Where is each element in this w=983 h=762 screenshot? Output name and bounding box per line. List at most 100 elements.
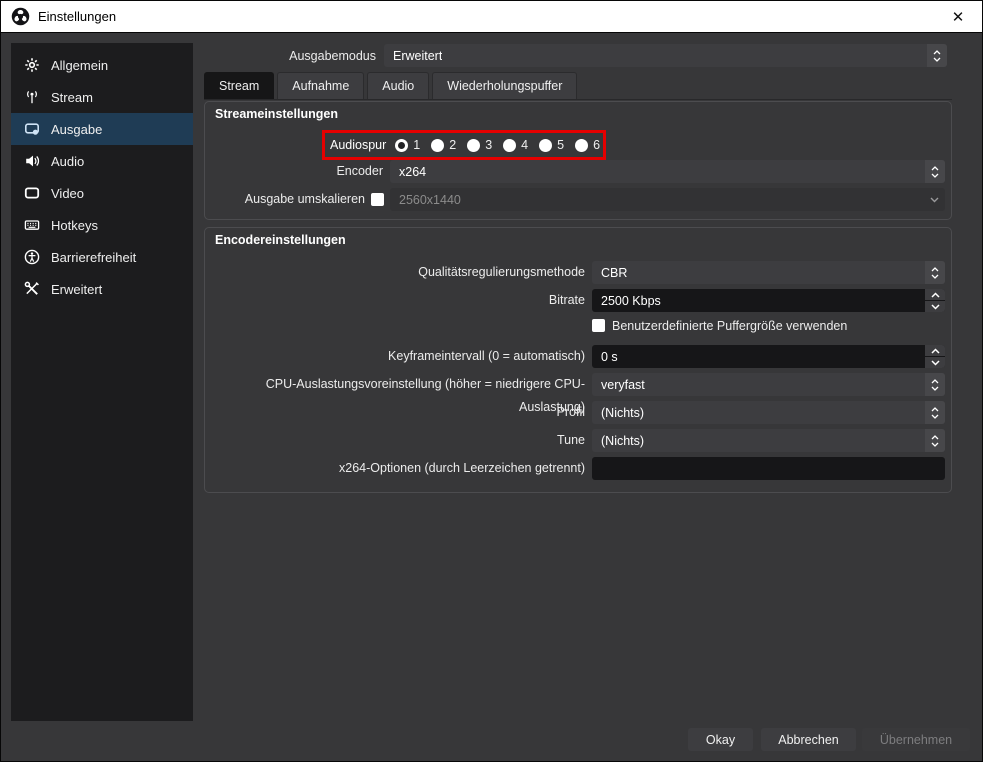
rescale-resolution-value: 2560x1440 <box>399 193 461 207</box>
spin-down-icon[interactable] <box>925 301 945 312</box>
sidebar-item-label: Stream <box>51 90 93 105</box>
encoder-select[interactable]: x264 <box>390 160 945 183</box>
sidebar-item-stream[interactable]: Stream <box>11 81 193 113</box>
bitrate-value: 2500 Kbps <box>601 294 661 308</box>
audio-track-highlight-annotation: Audiospur 1 2 3 <box>322 130 606 160</box>
keyboard-icon <box>24 217 40 233</box>
tune-select[interactable]: (Nichts) <box>592 429 945 452</box>
spinner-steppers[interactable] <box>925 289 945 312</box>
output-tabs: Stream Aufnahme Audio Wiederholungspuffe… <box>204 72 577 99</box>
spin-up-icon[interactable] <box>925 345 945 356</box>
output-mode-select[interactable]: Erweitert <box>384 44 947 67</box>
rescale-resolution-select[interactable]: 2560x1440 <box>390 188 945 211</box>
audio-track-option-1[interactable]: 1 <box>395 138 420 152</box>
spinner-steppers[interactable] <box>925 345 945 368</box>
radio-label: 6 <box>593 138 600 152</box>
output-mode-value: Erweitert <box>393 49 442 63</box>
chevron-updown-icon <box>925 160 945 183</box>
bitrate-spinner[interactable]: 2500 Kbps <box>592 289 945 312</box>
radio-label: 5 <box>557 138 564 152</box>
x264-options-input[interactable] <box>592 457 945 480</box>
keyframe-interval-value: 0 s <box>601 350 618 364</box>
profile-select[interactable]: (Nichts) <box>592 401 945 424</box>
sidebar-item-label: Ausgabe <box>51 122 102 137</box>
audio-track-radio-group: 1 2 3 4 5 <box>395 138 600 152</box>
radio-icon <box>503 139 516 152</box>
encoder-settings-group: Encodereinstellungen Qualitätsregulierun… <box>204 227 952 493</box>
sidebar-item-hotkeys[interactable]: Hotkeys <box>11 209 193 241</box>
rescale-checkbox[interactable] <box>371 193 384 206</box>
audio-track-option-4[interactable]: 4 <box>503 138 528 152</box>
rate-control-select[interactable]: CBR <box>592 261 945 284</box>
keyframe-interval-label: Keyframeintervall (0 = automatisch) <box>205 345 585 368</box>
tab-wiederholungspuffer[interactable]: Wiederholungspuffer <box>432 72 577 99</box>
sidebar-item-allgemein[interactable]: Allgemein <box>11 49 193 81</box>
sidebar: Allgemein Stream <box>11 43 193 721</box>
close-icon[interactable]: ✕ <box>944 3 972 31</box>
speaker-icon <box>24 153 40 169</box>
custom-buffer-label: Benutzerdefinierte Puffergröße verwenden <box>612 318 847 334</box>
cancel-button[interactable]: Abbrechen <box>761 728 856 751</box>
audio-track-option-3[interactable]: 3 <box>467 138 492 152</box>
rate-control-label: Qualitätsregulierungsmethode <box>205 261 585 284</box>
settings-window: Einstellungen ✕ Allgemein <box>0 0 983 762</box>
radio-icon <box>431 139 444 152</box>
chevron-updown-icon <box>925 429 945 452</box>
accessibility-icon <box>24 249 40 265</box>
monitor-icon <box>24 185 40 201</box>
rescale-label: Ausgabe umskalieren <box>205 188 365 211</box>
output-icon <box>24 121 40 137</box>
audio-track-option-5[interactable]: 5 <box>539 138 564 152</box>
sidebar-item-video[interactable]: Video <box>11 177 193 209</box>
audio-track-label: Audiospur <box>330 138 386 152</box>
tab-divider <box>204 99 952 100</box>
radio-icon <box>539 139 552 152</box>
sidebar-item-audio[interactable]: Audio <box>11 145 193 177</box>
radio-label: 4 <box>521 138 528 152</box>
radio-label: 2 <box>449 138 456 152</box>
audio-track-option-6[interactable]: 6 <box>575 138 600 152</box>
obs-logo-icon <box>11 7 30 26</box>
chevron-updown-icon <box>925 373 945 396</box>
spin-up-icon[interactable] <box>925 289 945 300</box>
sidebar-item-ausgabe[interactable]: Ausgabe <box>11 113 193 145</box>
bitrate-label: Bitrate <box>205 289 585 312</box>
cpu-preset-label: CPU-Auslastungsvoreinstellung (höher = n… <box>205 373 585 396</box>
cpu-preset-value: veryfast <box>601 378 645 392</box>
tab-stream[interactable]: Stream <box>204 72 274 99</box>
apply-button[interactable]: Übernehmen <box>862 728 970 751</box>
radio-icon <box>575 139 588 152</box>
stream-settings-group: Streameinstellungen Audiospur 1 2 3 <box>204 101 952 220</box>
group-title: Streameinstellungen <box>215 107 338 121</box>
dialog-body: Allgemein Stream <box>1 33 982 761</box>
sidebar-item-barrierefreiheit[interactable]: Barrierefreiheit <box>11 241 193 273</box>
rate-control-value: CBR <box>601 266 627 280</box>
chevron-updown-icon <box>925 261 945 284</box>
keyframe-interval-spinner[interactable]: 0 s <box>592 345 945 368</box>
okay-button[interactable]: Okay <box>688 728 753 751</box>
output-mode-label: Ausgabemodus <box>204 45 376 67</box>
tune-label: Tune <box>205 429 585 452</box>
group-title: Encodereinstellungen <box>215 233 346 247</box>
chevron-updown-icon <box>927 44 947 67</box>
audio-track-option-2[interactable]: 2 <box>431 138 456 152</box>
encoder-value: x264 <box>399 165 426 179</box>
gear-icon <box>24 57 40 73</box>
window-title: Einstellungen <box>38 9 116 24</box>
titlebar: Einstellungen ✕ <box>1 1 982 33</box>
sidebar-item-label: Barrierefreiheit <box>51 250 136 265</box>
profile-value: (Nichts) <box>601 406 644 420</box>
profile-label: Profil <box>205 401 585 424</box>
sidebar-item-label: Hotkeys <box>51 218 98 233</box>
tab-audio[interactable]: Audio <box>367 72 429 99</box>
cpu-preset-select[interactable]: veryfast <box>592 373 945 396</box>
sidebar-item-label: Audio <box>51 154 84 169</box>
chevron-updown-icon <box>925 401 945 424</box>
custom-buffer-checkbox[interactable] <box>592 319 605 332</box>
radio-checked-icon <box>395 139 408 152</box>
sidebar-item-label: Erweitert <box>51 282 102 297</box>
tab-aufnahme[interactable]: Aufnahme <box>277 72 364 99</box>
sidebar-item-erweitert[interactable]: Erweitert <box>11 273 193 305</box>
radio-label: 1 <box>413 138 420 152</box>
spin-down-icon[interactable] <box>925 357 945 368</box>
